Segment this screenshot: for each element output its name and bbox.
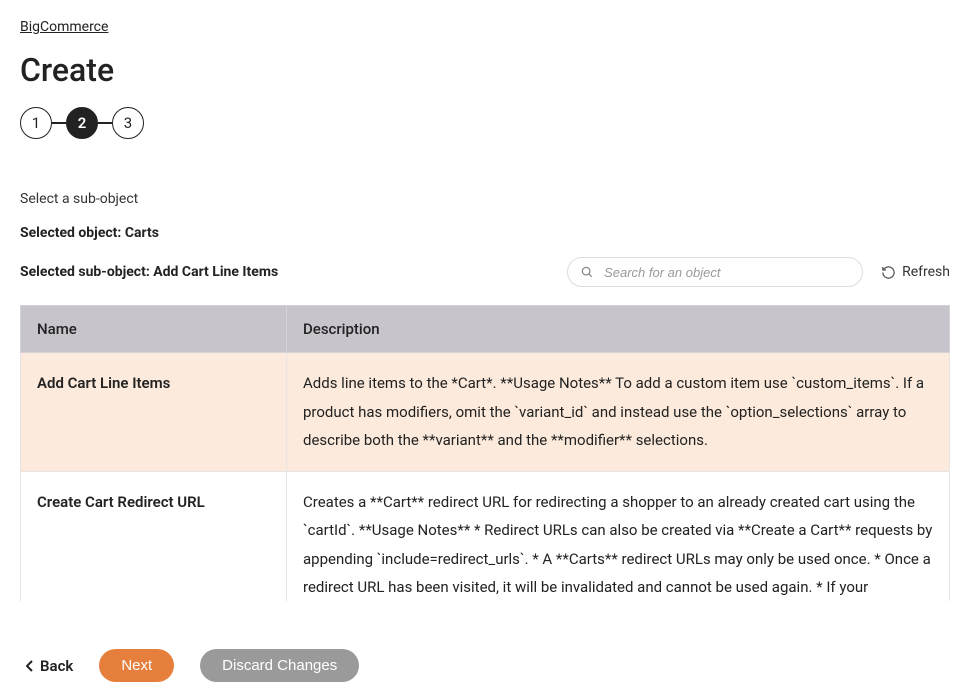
footer: Back Next Discard Changes [0,631,970,700]
table-row[interactable]: Create Cart Redirect URL Creates a **Car… [21,471,950,601]
refresh-label: Refresh [902,264,950,280]
next-button[interactable]: Next [99,649,174,682]
instructions-text: Select a sub-object [20,191,950,207]
row-name: Add Cart Line Items [21,353,287,472]
subobject-table: Name Description Add Cart Line Items Add… [20,305,950,601]
th-name: Name [21,306,287,353]
refresh-icon [881,265,896,280]
selected-subobject-prefix: Selected sub-object: [20,264,153,280]
chevron-left-icon [26,660,34,672]
step-connector [98,122,112,124]
selected-object-line: Selected object: Carts [20,225,950,241]
discard-button[interactable]: Discard Changes [200,649,359,682]
selected-object-prefix: Selected object: [20,225,125,241]
th-description: Description [287,306,950,353]
search-icon [580,265,594,279]
step-1[interactable]: 1 [20,107,52,139]
back-label: Back [40,657,73,675]
step-3[interactable]: 3 [112,107,144,139]
refresh-button[interactable]: Refresh [881,264,950,280]
step-connector [52,122,66,124]
breadcrumb[interactable]: BigCommerce [20,19,108,35]
page-title: Create [20,51,950,89]
table-row[interactable]: Add Cart Line Items Adds line items to t… [21,353,950,472]
back-button[interactable]: Back [26,657,73,675]
row-description: Creates a **Cart** redirect URL for redi… [287,471,950,601]
step-2[interactable]: 2 [66,107,98,139]
search-box[interactable] [567,257,863,287]
row-description: Adds line items to the *Cart*. **Usage N… [287,353,950,472]
row-name: Create Cart Redirect URL [21,471,287,601]
selected-subobject-line: Selected sub-object: Add Cart Line Items [20,264,278,280]
selected-subobject-value: Add Cart Line Items [153,264,278,280]
selected-object-value: Carts [125,225,159,241]
stepper: 1 2 3 [20,107,950,139]
search-input[interactable] [604,265,850,280]
